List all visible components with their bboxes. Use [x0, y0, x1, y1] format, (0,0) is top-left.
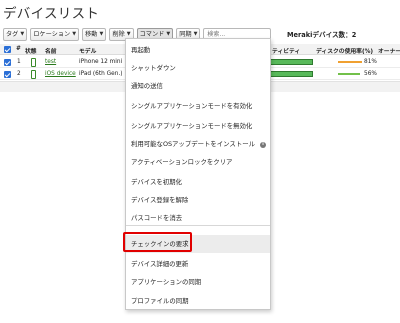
menu-item-reboot[interactable]: 再起動 — [126, 41, 270, 59]
device-name-link[interactable]: test — [45, 59, 56, 65]
menu-divider — [126, 225, 270, 226]
row-checkbox[interactable] — [4, 71, 11, 78]
connectivity-bar — [270, 71, 313, 77]
tag-dropdown-button[interactable]: タグ ▼ — [3, 27, 28, 41]
chevron-down-icon: ▼ — [20, 30, 25, 37]
menu-item-update-device-details[interactable]: デバイス詳細の更新 — [126, 255, 270, 273]
info-icon[interactable]: i — [260, 142, 266, 148]
row-number: 2 — [17, 71, 21, 77]
disk-usage-bar — [338, 61, 362, 63]
page-title: デバイスリスト — [3, 6, 100, 22]
disk-usage-percent: 81% — [364, 59, 377, 65]
menu-item-shutdown[interactable]: シャットダウン — [126, 59, 270, 77]
location-label: ロケーション — [33, 30, 71, 38]
column-header-disk[interactable]: ディスクの使用率(%) — [316, 46, 373, 55]
command-dropdown-menu: 再起動 シャットダウン 通知の送信 シングルアプリケーションモードを有効化 シン… — [125, 38, 271, 310]
column-header-status[interactable]: 状態 — [25, 46, 37, 55]
menu-item-enable-single-app-mode[interactable]: シングルアプリケーションモードを有効化 — [126, 97, 270, 115]
device-count: Merakiデバイス数：2 — [287, 31, 357, 39]
column-header-model[interactable]: モデル — [79, 46, 96, 55]
connectivity-bar — [270, 59, 313, 65]
select-all-checkbox[interactable] — [4, 46, 11, 53]
disk-usage-bar — [338, 73, 360, 75]
row-number: 1 — [17, 59, 21, 65]
tag-label: タグ — [6, 30, 19, 38]
phone-icon — [31, 58, 36, 67]
column-header-num: # — [16, 46, 21, 52]
device-name-link[interactable]: iOS device — [45, 71, 76, 77]
column-header-connectivity[interactable]: ティビティ — [272, 46, 300, 55]
disk-usage-percent: 56% — [364, 71, 377, 77]
chevron-down-icon: ▼ — [72, 30, 77, 37]
row-checkbox[interactable] — [4, 59, 11, 66]
delete-label: 削除 — [112, 30, 125, 38]
chevron-down-icon: ▼ — [99, 30, 104, 37]
device-model: iPhone 12 mini — [79, 59, 123, 65]
column-header-name[interactable]: 名前 — [45, 46, 57, 55]
highlight-annotation-box — [123, 232, 192, 252]
device-model: iPad (6th Gen.) — [79, 71, 123, 77]
menu-item-install-os-update-label: 利用可能なOSアップデートをインストール — [131, 140, 255, 148]
menu-item-sync-applications[interactable]: アプリケーションの同期 — [126, 273, 270, 291]
move-dropdown-button[interactable]: 移動 ▼ — [82, 27, 107, 41]
column-header-owner[interactable]: オーナー — [378, 46, 400, 55]
move-label: 移動 — [85, 30, 98, 38]
menu-item-unenroll-device[interactable]: デバイス登録を解除 — [126, 191, 270, 209]
menu-item-disable-single-app-mode[interactable]: シングルアプリケーションモードを無効化 — [126, 117, 270, 135]
menu-item-sync-profiles[interactable]: プロファイルの同期 — [126, 292, 270, 310]
location-dropdown-button[interactable]: ロケーション ▼ — [30, 27, 80, 41]
menu-item-send-notification[interactable]: 通知の送信 — [126, 77, 270, 95]
menu-item-clear-activation-lock[interactable]: アクティベーションロックをクリア — [126, 153, 270, 171]
menu-item-install-os-update[interactable]: 利用可能なOSアップデートをインストール i — [126, 135, 270, 153]
tablet-icon — [31, 70, 36, 79]
menu-item-wipe-device[interactable]: デバイスを初期化 — [126, 173, 270, 191]
